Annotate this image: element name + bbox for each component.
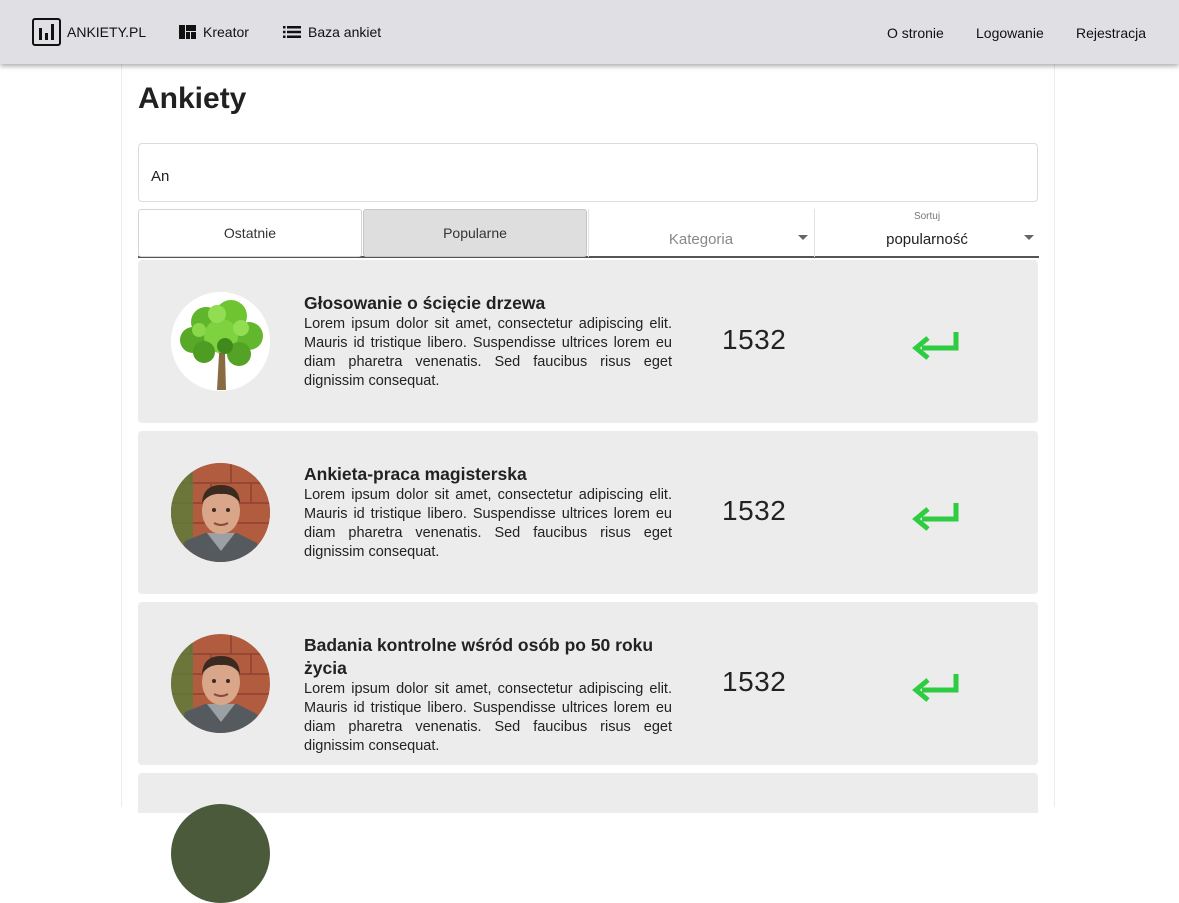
search-box[interactable] — [138, 143, 1038, 202]
survey-count: 1532 — [722, 495, 787, 526]
enter-icon[interactable] — [912, 501, 960, 533]
nav-baza-ankiet-label: Baza ankiet — [308, 24, 382, 40]
brand-name: ANKIETY.PL — [67, 24, 147, 40]
survey-card[interactable] — [138, 773, 1038, 903]
survey-description: Lorem ipsum dolor sit amet, consectetur … — [304, 681, 672, 754]
search-input[interactable] — [151, 168, 1021, 185]
tab-ostatnie[interactable]: Ostatnie — [138, 209, 362, 257]
chevron-down-icon — [1024, 235, 1034, 240]
top-navbar: ANKIETY.PL Kreator Baza ankiet O stronie… — [0, 0, 1179, 64]
enter-icon[interactable] — [912, 672, 960, 704]
person-photo — [171, 804, 270, 903]
nav-baza-ankiet[interactable]: Baza ankiet — [283, 24, 381, 40]
nav-kreator[interactable]: Kreator — [179, 24, 249, 40]
filter-bar: Ostatnie Popularne Kategoria Sortuj popu… — [138, 208, 1039, 258]
dashboard-icon — [179, 25, 196, 39]
list-icon — [283, 26, 301, 38]
person-photo — [171, 463, 270, 562]
page-title: Ankiety — [138, 82, 247, 115]
sort-label: Sortuj — [913, 211, 941, 222]
chart-logo-icon — [32, 18, 61, 46]
nav-kreator-label: Kreator — [203, 24, 249, 40]
nav-rejestracja[interactable]: Rejestracja — [1076, 25, 1146, 41]
sort-value: popularność — [886, 231, 968, 248]
survey-title: Głosowanie o ścięcie drzewa — [304, 293, 546, 313]
category-placeholder: Kategoria — [668, 231, 734, 248]
person-photo — [171, 634, 270, 733]
survey-count: 1532 — [722, 666, 787, 697]
main-content: Ankiety Ostatnie Popularne Kategoria Sor… — [121, 64, 1055, 903]
survey-description: Lorem ipsum dolor sit amet, consectetur … — [304, 316, 672, 389]
nav-logowanie[interactable]: Logowanie — [976, 25, 1044, 41]
survey-card[interactable]: Głosowanie o ścięcie drzewa Lorem ipsum … — [138, 260, 1038, 423]
nav-o-stronie[interactable]: O stronie — [887, 25, 944, 41]
tree-image — [171, 292, 270, 391]
survey-title: Ankieta-praca magisterska — [304, 464, 527, 484]
sort-select[interactable]: Sortuj popularność — [814, 209, 1039, 257]
enter-icon[interactable] — [912, 330, 960, 362]
category-select[interactable]: Kategoria — [588, 209, 813, 257]
survey-card[interactable]: Ankieta-praca magisterska Lorem ipsum do… — [138, 431, 1038, 594]
chevron-down-icon — [798, 235, 808, 240]
survey-card[interactable]: Badania kontrolne wśród osób po 50 roku … — [138, 602, 1038, 765]
survey-title: Badania kontrolne wśród osób po 50 roku … — [304, 635, 654, 678]
survey-description: Lorem ipsum dolor sit amet, consectetur … — [304, 487, 672, 560]
survey-count: 1532 — [722, 324, 787, 355]
brand-logo[interactable]: ANKIETY.PL — [32, 18, 146, 46]
tab-popularne[interactable]: Popularne — [363, 209, 587, 257]
